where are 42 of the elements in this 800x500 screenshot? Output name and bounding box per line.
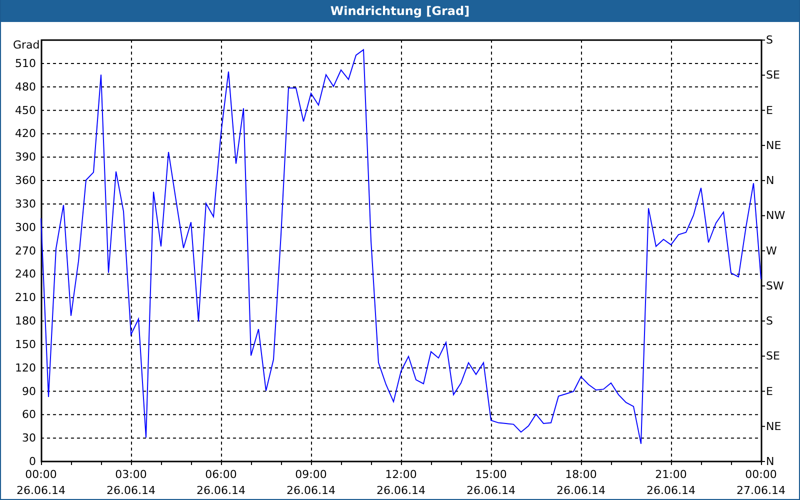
y-axis-label: 180 xyxy=(15,314,36,328)
y-axis-label: 450 xyxy=(15,104,36,117)
x-axis-label: 21:00 26.06.14 xyxy=(646,468,696,497)
y-axis-label: 210 xyxy=(15,291,36,304)
y-axis-label: 510 xyxy=(15,57,36,70)
y-axis-label: 30 xyxy=(22,432,36,445)
compass-axis-label: N xyxy=(766,174,774,188)
y-axis-label: 90 xyxy=(22,384,36,398)
x-axis-label: 06:00 26.06.14 xyxy=(196,468,246,497)
y-axis-label: 150 xyxy=(15,338,36,351)
y-axis-label: 240 xyxy=(15,268,36,281)
y-axis-label: 0 xyxy=(29,455,36,468)
x-axis-label: 03:00 26.06.14 xyxy=(106,468,156,497)
y-axis-label: 420 xyxy=(15,127,36,140)
compass-axis-label: E xyxy=(766,104,773,117)
y-axis-label: 330 xyxy=(15,197,36,210)
y-axis-label: 300 xyxy=(15,220,36,234)
x-axis-label: 00:00 27.06.14 xyxy=(736,468,786,497)
x-axis-label: 15:00 26.06.14 xyxy=(466,468,516,497)
x-axis-label: 18:00 26.06.14 xyxy=(556,468,606,497)
compass-axis-label: W xyxy=(766,244,777,258)
compass-axis-label: E xyxy=(766,384,773,398)
y-axis-label: 60 xyxy=(22,408,36,422)
y-axis-title: Grad xyxy=(13,38,40,52)
compass-axis-label: NW xyxy=(766,209,786,222)
compass-axis-label: S xyxy=(766,314,773,328)
compass-axis-label: SE xyxy=(766,68,780,82)
compass-axis-label: N xyxy=(766,455,774,468)
window-title: Windrichtung [Grad] xyxy=(330,4,470,18)
y-axis-label: 360 xyxy=(15,174,36,188)
x-axis-label: 00:00 26.06.14 xyxy=(16,468,66,497)
x-axis-label: 12:00 26.06.14 xyxy=(376,468,426,497)
compass-axis-label: S xyxy=(766,34,773,47)
y-axis-label: 270 xyxy=(15,244,36,258)
y-axis-label: 120 xyxy=(15,361,36,374)
x-axis-label: 09:00 26.06.14 xyxy=(286,468,336,497)
compass-axis-label: SW xyxy=(766,279,784,292)
compass-axis-label: NE xyxy=(766,138,782,152)
y-axis-label: 390 xyxy=(15,150,36,164)
compass-axis-label: SE xyxy=(766,350,780,363)
y-axis-label: 480 xyxy=(15,80,36,94)
compass-axis-label: NE xyxy=(766,420,782,433)
